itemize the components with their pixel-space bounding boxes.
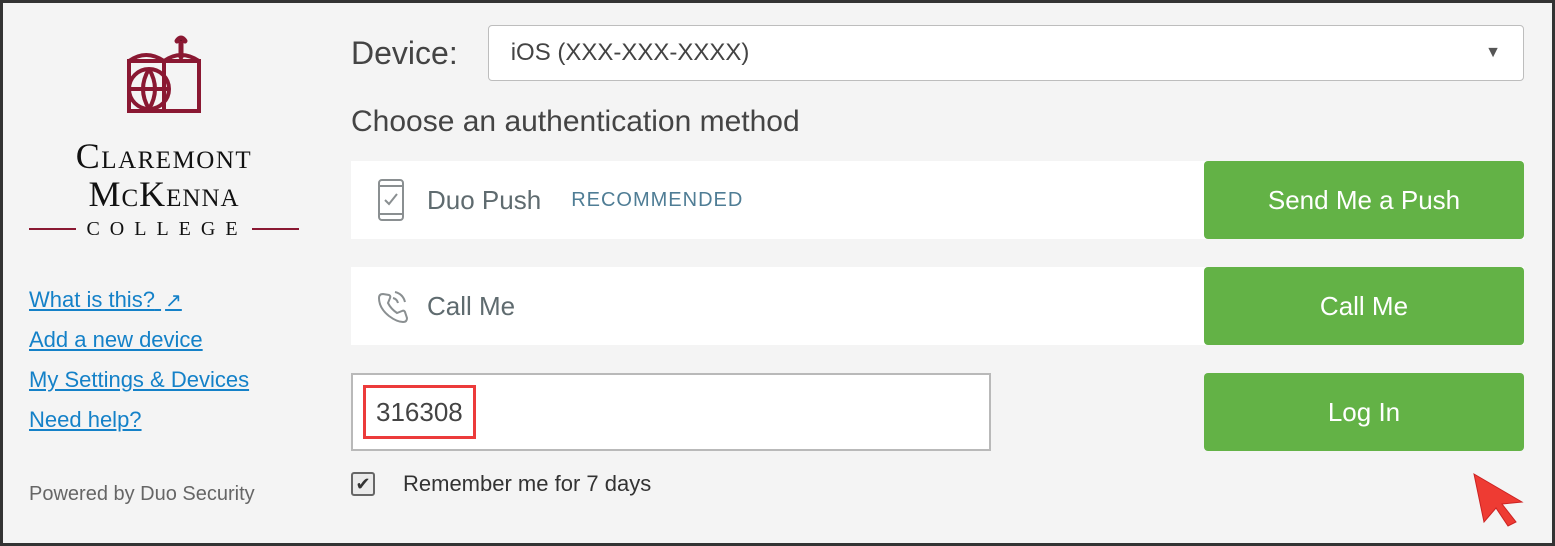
- link-my-settings[interactable]: My Settings & Devices: [29, 367, 249, 393]
- call-me-button[interactable]: Call Me: [1204, 267, 1524, 345]
- link-what-is-this[interactable]: What is this? ↗: [29, 287, 182, 313]
- org-college-row: COLLEGE: [29, 218, 299, 241]
- book-globe-icon: [109, 31, 219, 132]
- external-link-icon: ↗: [165, 290, 182, 312]
- method-row-call: Call Me Call Me: [351, 267, 1524, 345]
- method-row-push: Duo Push RECOMMENDED Send Me a Push: [351, 161, 1524, 239]
- device-selected-value: iOS (XXX-XXX-XXXX): [511, 39, 750, 67]
- remember-checkbox[interactable]: ✔: [351, 472, 375, 496]
- send-push-button[interactable]: Send Me a Push: [1204, 161, 1524, 239]
- link-need-help[interactable]: Need help?: [29, 407, 142, 433]
- passcode-input[interactable]: 316308: [351, 373, 991, 451]
- main-panel: Device: iOS (XXX-XXX-XXXX) ▼ Choose an a…: [323, 3, 1552, 543]
- push-label: Duo Push: [427, 185, 541, 216]
- recommended-badge: RECOMMENDED: [571, 189, 743, 212]
- passcode-value: 316308: [376, 397, 463, 428]
- device-row: Device: iOS (XXX-XXX-XXXX) ▼: [351, 25, 1524, 81]
- link-add-device[interactable]: Add a new device: [29, 327, 203, 353]
- remember-label: Remember me for 7 days: [403, 471, 651, 497]
- org-college: COLLEGE: [76, 218, 251, 241]
- chevron-down-icon: ▼: [1485, 44, 1501, 62]
- auth-method-heading: Choose an authentication method: [351, 105, 1524, 139]
- passcode-highlight: 316308: [363, 385, 476, 439]
- link-label: What is this?: [29, 287, 155, 312]
- device-label: Device:: [351, 35, 458, 72]
- org-logo: Claremont McKenna COLLEGE: [29, 31, 299, 241]
- device-select[interactable]: iOS (XXX-XXX-XXXX) ▼: [488, 25, 1524, 81]
- call-label: Call Me: [427, 291, 515, 322]
- powered-by: Powered by Duo Security: [29, 483, 299, 506]
- log-in-button[interactable]: Log In: [1204, 373, 1524, 451]
- check-icon: ✔: [355, 474, 370, 495]
- org-name-line2: McKenna: [88, 176, 239, 214]
- org-name-line1: Claremont: [76, 138, 252, 176]
- sidebar-links: What is this? ↗ Add a new device My Sett…: [29, 287, 299, 433]
- duo-auth-frame: Claremont McKenna COLLEGE What is this? …: [0, 0, 1555, 546]
- method-row-passcode: 316308 Log In: [351, 373, 1524, 451]
- phone-check-icon: [371, 178, 411, 222]
- phone-call-icon: [371, 286, 411, 326]
- remember-row: ✔ Remember me for 7 days: [351, 471, 1524, 497]
- sidebar: Claremont McKenna COLLEGE What is this? …: [3, 3, 323, 543]
